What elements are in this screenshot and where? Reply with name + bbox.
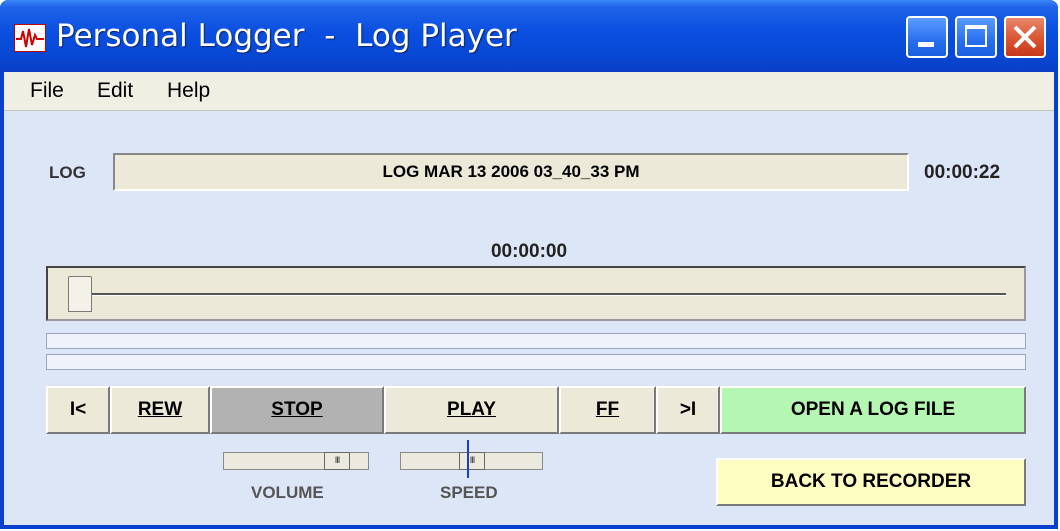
- close-icon: [1013, 25, 1037, 49]
- volume-slider[interactable]: III: [223, 452, 369, 470]
- play-button[interactable]: PLAY: [384, 386, 559, 434]
- close-button[interactable]: [1004, 16, 1046, 58]
- window-title: Personal Logger - Log Player: [56, 18, 517, 54]
- speed-label: SPEED: [440, 483, 498, 502]
- progress-bar-2: [46, 354, 1026, 370]
- progress-bar-1: [46, 333, 1026, 349]
- playback-position: 00:00:00: [490, 241, 568, 262]
- playback-slider[interactable]: [46, 266, 1026, 321]
- fast-forward-button[interactable]: FF: [559, 386, 656, 434]
- menu-edit[interactable]: Edit: [97, 79, 133, 103]
- play-label: PLAY: [447, 399, 496, 420]
- log-file-name: LOG MAR 13 2006 03_40_33 PM: [113, 153, 909, 191]
- minimize-icon: [918, 42, 934, 47]
- log-label: LOG: [49, 163, 86, 182]
- maximize-button[interactable]: [955, 16, 997, 58]
- speed-slider-thumb[interactable]: III: [459, 452, 485, 470]
- stop-label: STOP: [271, 399, 323, 420]
- speed-normal-marker: [467, 440, 469, 478]
- volume-label: VOLUME: [251, 483, 324, 502]
- fast-forward-label: FF: [595, 399, 620, 420]
- title-bar[interactable]: Personal Logger - Log Player: [0, 0, 1058, 72]
- back-to-recorder-button[interactable]: BACK TO RECORDER: [716, 458, 1026, 506]
- log-player-window: Personal Logger - Log Player File Edit H…: [0, 0, 1058, 529]
- menu-file[interactable]: File: [30, 79, 64, 103]
- skip-to-end-button[interactable]: >I: [656, 386, 720, 434]
- rewind-label: REW: [137, 399, 183, 420]
- skip-to-start-button[interactable]: I<: [46, 386, 110, 434]
- log-duration: 00:00:22: [924, 162, 1001, 183]
- client-area: File Edit Help LOG LOG MAR 13 2006 03_40…: [4, 72, 1054, 525]
- open-log-file-button[interactable]: OPEN A LOG FILE: [720, 386, 1026, 434]
- minimize-button[interactable]: [906, 16, 948, 58]
- rewind-button[interactable]: REW: [110, 386, 210, 434]
- speed-slider[interactable]: III: [400, 452, 543, 470]
- menu-help[interactable]: Help: [167, 79, 210, 103]
- waveform-icon: [14, 24, 46, 52]
- slider-track: [76, 293, 1006, 296]
- volume-slider-thumb[interactable]: III: [324, 452, 350, 470]
- maximize-icon: [965, 25, 987, 47]
- menu-bar: File Edit Help: [4, 72, 1054, 111]
- stop-button[interactable]: STOP: [210, 386, 384, 434]
- slider-thumb[interactable]: [68, 276, 92, 312]
